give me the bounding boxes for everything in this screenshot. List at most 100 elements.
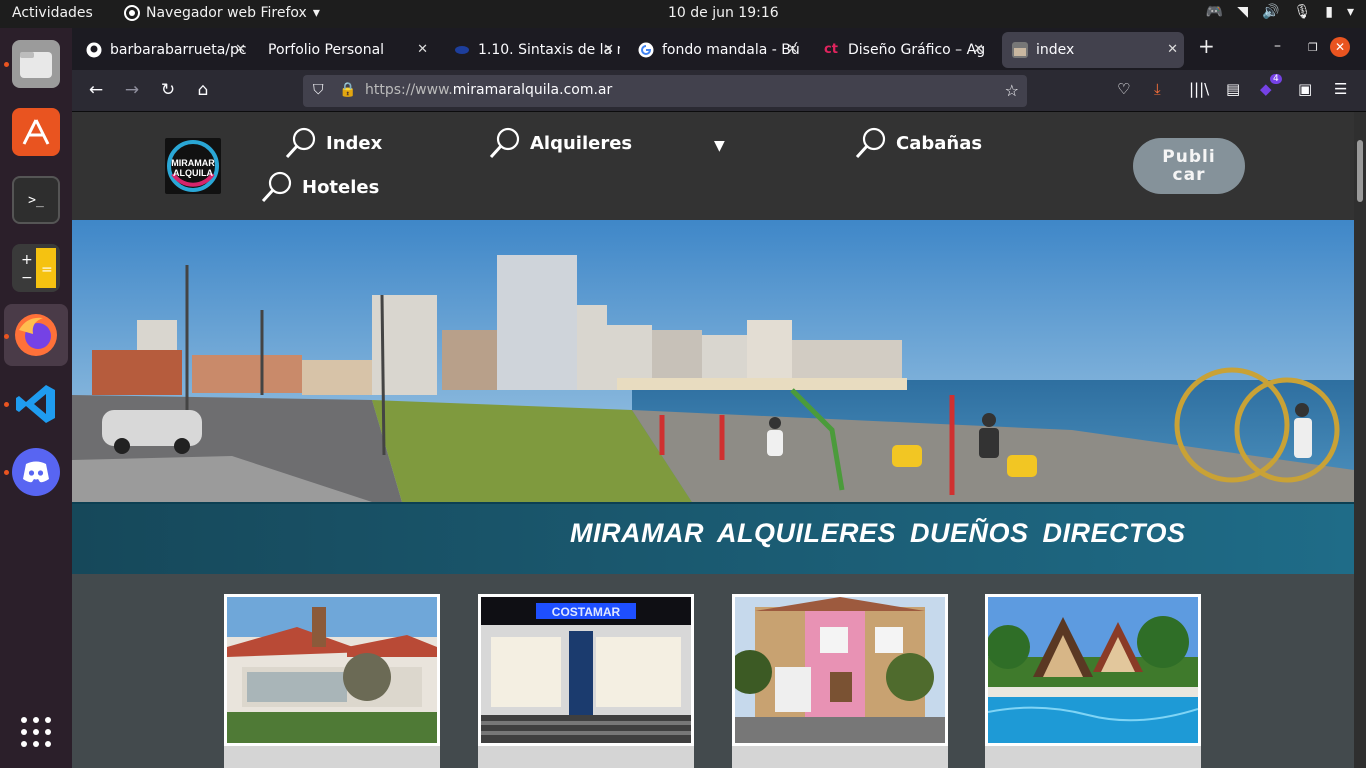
wifi-icon[interactable]: ◥ bbox=[1237, 4, 1248, 20]
lock-icon[interactable]: 🔒 bbox=[339, 82, 356, 98]
tab-title: Diseño Gráfico – Ag bbox=[848, 42, 986, 58]
running-indicator bbox=[4, 62, 9, 67]
battery-icon[interactable]: ▮ bbox=[1325, 4, 1333, 20]
sidebar-icon[interactable]: ▤ bbox=[1226, 80, 1240, 98]
system-top-bar: Actividades Navegador web Firefox ▾ 10 d… bbox=[0, 0, 1366, 28]
nav-hoteles[interactable]: Hoteles bbox=[260, 170, 379, 204]
terminal-icon[interactable]: >_ bbox=[12, 176, 60, 224]
nav-alquileres-label: Alquileres bbox=[530, 132, 633, 154]
volume-icon[interactable]: 🔊 bbox=[1262, 4, 1279, 20]
tab-bar: barbarabarrueta/pc ✕ Porfolio Personal ✕… bbox=[72, 28, 1366, 70]
files-icon[interactable] bbox=[12, 40, 60, 88]
extension-badge: 4 bbox=[1270, 74, 1282, 84]
hero-image bbox=[72, 220, 1354, 502]
chevron-down-icon[interactable]: ▾ bbox=[1347, 4, 1354, 20]
banner-title: MIRAMAR ALQUILERES DUEÑOS DIRECTOS bbox=[570, 518, 1186, 548]
home-icon[interactable]: ⌂ bbox=[192, 80, 214, 100]
discord-icon[interactable] bbox=[12, 448, 60, 496]
magnifier-icon bbox=[855, 127, 886, 159]
magnifier-icon bbox=[489, 127, 520, 159]
property-card-casa[interactable] bbox=[224, 594, 440, 768]
library-icon[interactable]: |||\ bbox=[1189, 80, 1209, 98]
card-footer bbox=[985, 746, 1201, 768]
pocket-icon[interactable]: ♡ bbox=[1117, 80, 1130, 98]
discord-tray-icon[interactable]: 🎮 bbox=[1206, 4, 1223, 20]
property-card-duplex[interactable] bbox=[732, 594, 948, 768]
back-icon[interactable]: ← bbox=[85, 80, 107, 100]
close-icon[interactable]: ✕ bbox=[603, 42, 614, 57]
close-icon[interactable]: ✕ bbox=[417, 42, 428, 57]
new-tab-icon[interactable]: + bbox=[1198, 34, 1215, 58]
chevron-down-icon: ▾ bbox=[312, 5, 320, 21]
extension-icon[interactable]: ◆ 4 bbox=[1260, 74, 1282, 98]
card-image-frame bbox=[985, 594, 1201, 746]
nav-alquileres[interactable]: Alquileres bbox=[488, 126, 632, 160]
property-cards: COSTAMAR bbox=[72, 574, 1354, 768]
menu-icon[interactable]: ☰ bbox=[1334, 80, 1347, 98]
page-icon bbox=[1012, 42, 1028, 58]
downloads-icon[interactable]: ⤓ bbox=[1154, 80, 1161, 98]
tab-diseno[interactable]: ct Diseño Gráfico – Ag ✕ bbox=[814, 32, 990, 68]
url-text[interactable]: https://www.miramaralquila.com.ar bbox=[365, 82, 612, 98]
github-icon bbox=[86, 42, 102, 58]
reload-icon[interactable]: ↻ bbox=[157, 80, 179, 100]
tab-title: fondo mandala - Bú bbox=[662, 42, 800, 58]
web-page: MIRAMAR ALQUILA Index Alquileres ▼ Cabañ… bbox=[72, 112, 1354, 768]
logo-line2: ALQUILA bbox=[173, 168, 213, 178]
ct-icon: ct bbox=[824, 42, 838, 57]
app-menu[interactable]: Navegador web Firefox ▾ bbox=[124, 5, 320, 21]
close-icon[interactable]: ✕ bbox=[235, 42, 246, 57]
forward-icon[interactable]: → bbox=[121, 80, 143, 100]
property-card-cabanas[interactable] bbox=[985, 594, 1201, 768]
close-icon[interactable]: ✕ bbox=[787, 42, 798, 57]
card-image-frame bbox=[224, 594, 440, 746]
tab-sintaxis[interactable]: 1.10. Sintaxis de la r ✕ bbox=[444, 32, 620, 68]
card-footer bbox=[478, 746, 694, 768]
app-grid-icon[interactable] bbox=[12, 708, 60, 756]
svg-text:=: = bbox=[41, 262, 53, 278]
dropdown-caret-icon[interactable]: ▼ bbox=[714, 138, 725, 154]
site-navbar: MIRAMAR ALQUILA Index Alquileres ▼ Cabañ… bbox=[72, 112, 1354, 220]
banner: MIRAMAR ALQUILERES DUEÑOS DIRECTOS bbox=[72, 502, 1354, 574]
software-center-icon[interactable] bbox=[12, 108, 60, 156]
house-photo bbox=[227, 597, 437, 743]
card-footer bbox=[224, 746, 440, 768]
clock[interactable]: 10 de jun 19:16 bbox=[668, 5, 779, 21]
calculator-icon[interactable]: + − = bbox=[12, 244, 60, 292]
firefox-window: barbarabarrueta/pc ✕ Porfolio Personal ✕… bbox=[72, 28, 1366, 768]
page-scrollbar[interactable] bbox=[1354, 112, 1366, 768]
tab-github[interactable]: barbarabarrueta/pc ✕ bbox=[76, 32, 252, 68]
bookmark-star-icon[interactable]: ☆ bbox=[1005, 81, 1019, 100]
container-icon[interactable]: ▣ bbox=[1298, 80, 1312, 98]
minimize-icon[interactable]: – bbox=[1274, 38, 1281, 54]
cabins-photo bbox=[988, 597, 1198, 743]
scrollbar-thumb[interactable] bbox=[1357, 140, 1363, 202]
vscode-icon[interactable] bbox=[12, 380, 60, 428]
close-icon[interactable]: ✕ bbox=[973, 42, 984, 57]
nav-hoteles-label: Hoteles bbox=[302, 176, 380, 198]
publicar-button[interactable]: Publi car bbox=[1133, 138, 1245, 194]
tab-porfolio[interactable]: Porfolio Personal ✕ bbox=[258, 32, 434, 68]
tab-index[interactable]: index ✕ bbox=[1002, 32, 1184, 68]
firefox-small-icon bbox=[124, 5, 140, 21]
card-image-frame bbox=[732, 594, 948, 746]
google-icon bbox=[638, 42, 654, 58]
nav-cabanas[interactable]: Cabañas bbox=[854, 126, 982, 160]
close-icon[interactable]: ✕ bbox=[1167, 42, 1178, 57]
tab-title: barbarabarrueta/pc bbox=[110, 42, 247, 58]
window-close-icon[interactable]: ✕ bbox=[1330, 37, 1350, 57]
microphone-icon[interactable]: 🎙 bbox=[1293, 4, 1311, 20]
running-indicator bbox=[4, 334, 9, 339]
url-bar[interactable]: ⛉ 🔒 https://www.miramaralquila.com.ar ☆ bbox=[303, 75, 1027, 107]
tab-title: Porfolio Personal bbox=[268, 42, 385, 58]
logo-line1: MIRAMAR bbox=[171, 158, 215, 168]
property-card-costamar[interactable]: COSTAMAR bbox=[478, 594, 694, 768]
restore-icon[interactable]: ❐ bbox=[1308, 41, 1318, 54]
site-logo[interactable]: MIRAMAR ALQUILA bbox=[165, 138, 221, 194]
firefox-icon[interactable] bbox=[12, 311, 60, 359]
activities-button[interactable]: Actividades bbox=[12, 5, 93, 21]
tracking-shield-icon[interactable]: ⛉ bbox=[313, 82, 324, 98]
nav-index[interactable]: Index bbox=[284, 126, 382, 160]
system-tray[interactable]: 🎮 ◥ 🔊 🎙 ▮ ▾ bbox=[1206, 4, 1354, 20]
tab-google[interactable]: fondo mandala - Bú ✕ bbox=[628, 32, 804, 68]
